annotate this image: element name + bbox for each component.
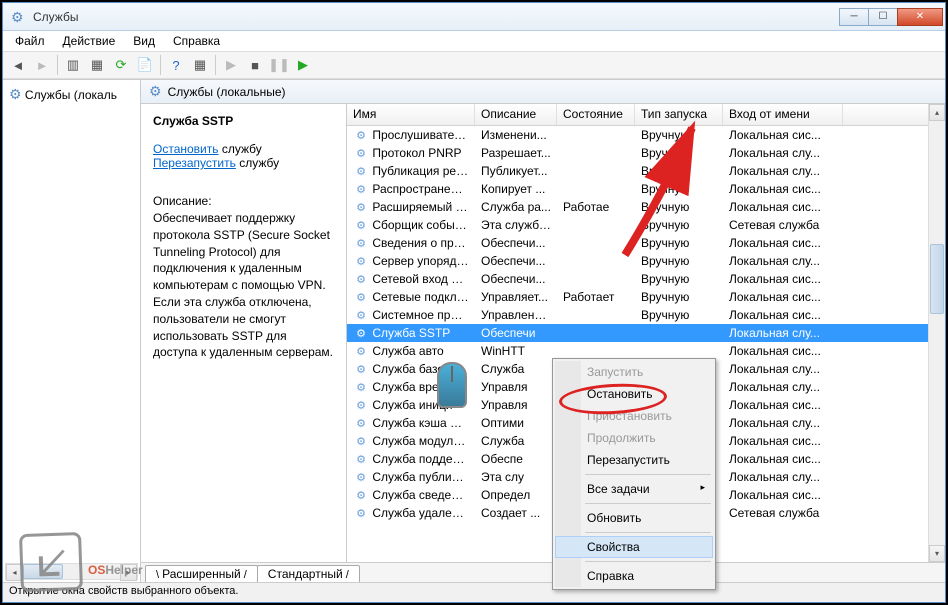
description-text: Обеспечивает поддержку протокола SSTP (S… [153, 210, 334, 361]
gear-icon [353, 416, 369, 430]
col-logon-as[interactable]: Вход от имени [723, 104, 843, 125]
service-row[interactable]: Публикация ресу...Публикует...ВручнуюЛок… [347, 162, 945, 180]
action-button[interactable]: ▦ [189, 54, 211, 76]
minimize-button[interactable]: ─ [839, 8, 869, 26]
tree-scroll-left[interactable]: ◂ [6, 564, 23, 581]
service-row[interactable]: Служба SSTPОбеспечиЛокальная слу... [347, 324, 945, 342]
cm-stop[interactable]: Остановить [555, 383, 713, 405]
menu-file[interactable]: Файл [7, 32, 53, 50]
tree-scroll-thumb[interactable] [23, 564, 63, 579]
cm-help[interactable]: Справка [555, 565, 713, 587]
cm-refresh[interactable]: Обновить [555, 507, 713, 529]
gear-icon [353, 128, 369, 142]
service-row[interactable]: Прослушиватель...Изменени...ВручнуюЛокал… [347, 126, 945, 144]
service-row[interactable]: Сервер упорядоч...Обеспечи...ВручнуюЛока… [347, 252, 945, 270]
stop-service-button[interactable]: ■ [244, 54, 266, 76]
restart-service-link[interactable]: Перезапустить [153, 156, 236, 170]
service-row[interactable]: Протокол PNRPРазрешает...ВручнуюЛокальна… [347, 144, 945, 162]
properties-button[interactable]: ▦ [86, 54, 108, 76]
restart-service-button[interactable]: ▶ [292, 54, 314, 76]
gear-icon [353, 344, 369, 358]
gear-icon [353, 218, 369, 232]
titlebar[interactable]: Службы ─ ☐ ✕ [3, 3, 945, 31]
gear-icon [353, 164, 369, 178]
tab-extended[interactable]: \ Расширенный / [145, 565, 258, 582]
gear-icon [353, 488, 369, 502]
service-row[interactable]: Расширяемый пр...Служба ра...РаботаеВруч… [347, 198, 945, 216]
close-button[interactable]: ✕ [897, 8, 943, 26]
detail-pane: Служба SSTP Остановить службу Перезапуст… [141, 104, 347, 562]
col-description[interactable]: Описание [475, 104, 557, 125]
service-row[interactable]: Сетевой вход в си...Обеспечи...ВручнуюЛо… [347, 270, 945, 288]
menubar: Файл Действие Вид Справка [3, 31, 945, 51]
gear-icon [353, 398, 369, 412]
maximize-button[interactable]: ☐ [868, 8, 898, 26]
panel-title: Службы (локальные) [168, 85, 286, 99]
col-startup-type[interactable]: Тип запуска [635, 104, 723, 125]
gear-icon [353, 452, 369, 466]
gear-icon [353, 506, 369, 520]
panel-header: Службы (локальные) [141, 80, 945, 104]
cm-resume: Продолжить [555, 427, 713, 449]
tree-scroll-right[interactable]: ▸ [120, 564, 137, 581]
cm-properties[interactable]: Свойства [555, 536, 713, 558]
tree-root[interactable]: Службы (локаль [5, 84, 138, 105]
forward-button[interactable]: ► [31, 54, 53, 76]
statusbar: Открытие окна свойств выбранного объекта… [3, 582, 945, 602]
services-window: Службы ─ ☐ ✕ Файл Действие Вид Справка ◄… [2, 2, 946, 603]
gear-icon [353, 236, 369, 250]
description-label: Описание: [153, 194, 334, 208]
service-row[interactable]: Распространение...Копирует ...ВручнуюЛок… [347, 180, 945, 198]
start-service-button[interactable]: ▶ [220, 54, 242, 76]
window-title: Службы [33, 10, 840, 24]
view-tabs: \ Расширенный / Стандартный / [141, 562, 945, 582]
tab-standard[interactable]: Стандартный / [257, 565, 360, 582]
show-hide-tree-button[interactable]: ▥ [62, 54, 84, 76]
gear-icon [353, 470, 369, 484]
service-row[interactable]: Сведения о прил...Обеспечи...ВручнуюЛока… [347, 234, 945, 252]
help-button[interactable]: ? [165, 54, 187, 76]
col-status[interactable]: Состояние [557, 104, 635, 125]
pause-service-button[interactable]: ❚❚ [268, 54, 290, 76]
service-row[interactable]: Системное прил...Управлени...ВручнуюЛока… [347, 306, 945, 324]
cm-all-tasks[interactable]: Все задачи [555, 478, 713, 500]
export-button[interactable]: 📄 [134, 54, 156, 76]
menu-action[interactable]: Действие [55, 32, 124, 50]
selected-service-name: Служба SSTP [153, 114, 334, 128]
cm-start: Запустить [555, 361, 713, 383]
scroll-up-button[interactable]: ▴ [929, 104, 945, 121]
stop-service-link[interactable]: Остановить [153, 142, 219, 156]
cm-restart[interactable]: Перезапустить [555, 449, 713, 471]
menu-view[interactable]: Вид [125, 32, 163, 50]
refresh-button[interactable]: ⟳ [110, 54, 132, 76]
gear-icon [353, 308, 369, 322]
col-name[interactable]: Имя [347, 104, 475, 125]
list-scrollbar[interactable]: ▴ ▾ [928, 104, 945, 562]
gear-icon [353, 200, 369, 214]
gear-icon [353, 146, 369, 160]
menu-help[interactable]: Справка [165, 32, 228, 50]
scroll-down-button[interactable]: ▾ [929, 545, 945, 562]
gear-icon [353, 362, 369, 376]
service-row[interactable]: Сборщик событи...Эта служба...ВручнуюСет… [347, 216, 945, 234]
gear-icon [353, 380, 369, 394]
gear-icon [353, 254, 369, 268]
column-headers: Имя Описание Состояние Тип запуска Вход … [347, 104, 945, 126]
back-button[interactable]: ◄ [7, 54, 29, 76]
gear-icon [353, 182, 369, 196]
gear-icon [149, 83, 162, 100]
gear-icon [353, 434, 369, 448]
gear-icon [353, 326, 369, 340]
gear-icon [9, 90, 22, 102]
gear-icon [353, 272, 369, 286]
scroll-thumb[interactable] [930, 244, 944, 314]
toolbar: ◄ ► ▥ ▦ ⟳ 📄 ? ▦ ▶ ■ ❚❚ ▶ [3, 51, 945, 79]
cm-pause: Приостановить [555, 405, 713, 427]
context-menu: Запустить Остановить Приостановить Продо… [552, 358, 716, 590]
service-row[interactable]: Сетевые подклю...Управляет...РаботаетВру… [347, 288, 945, 306]
gear-icon [353, 290, 369, 304]
nav-tree[interactable]: Службы (локаль ◂ ▸ [3, 80, 141, 582]
app-icon [11, 9, 27, 25]
